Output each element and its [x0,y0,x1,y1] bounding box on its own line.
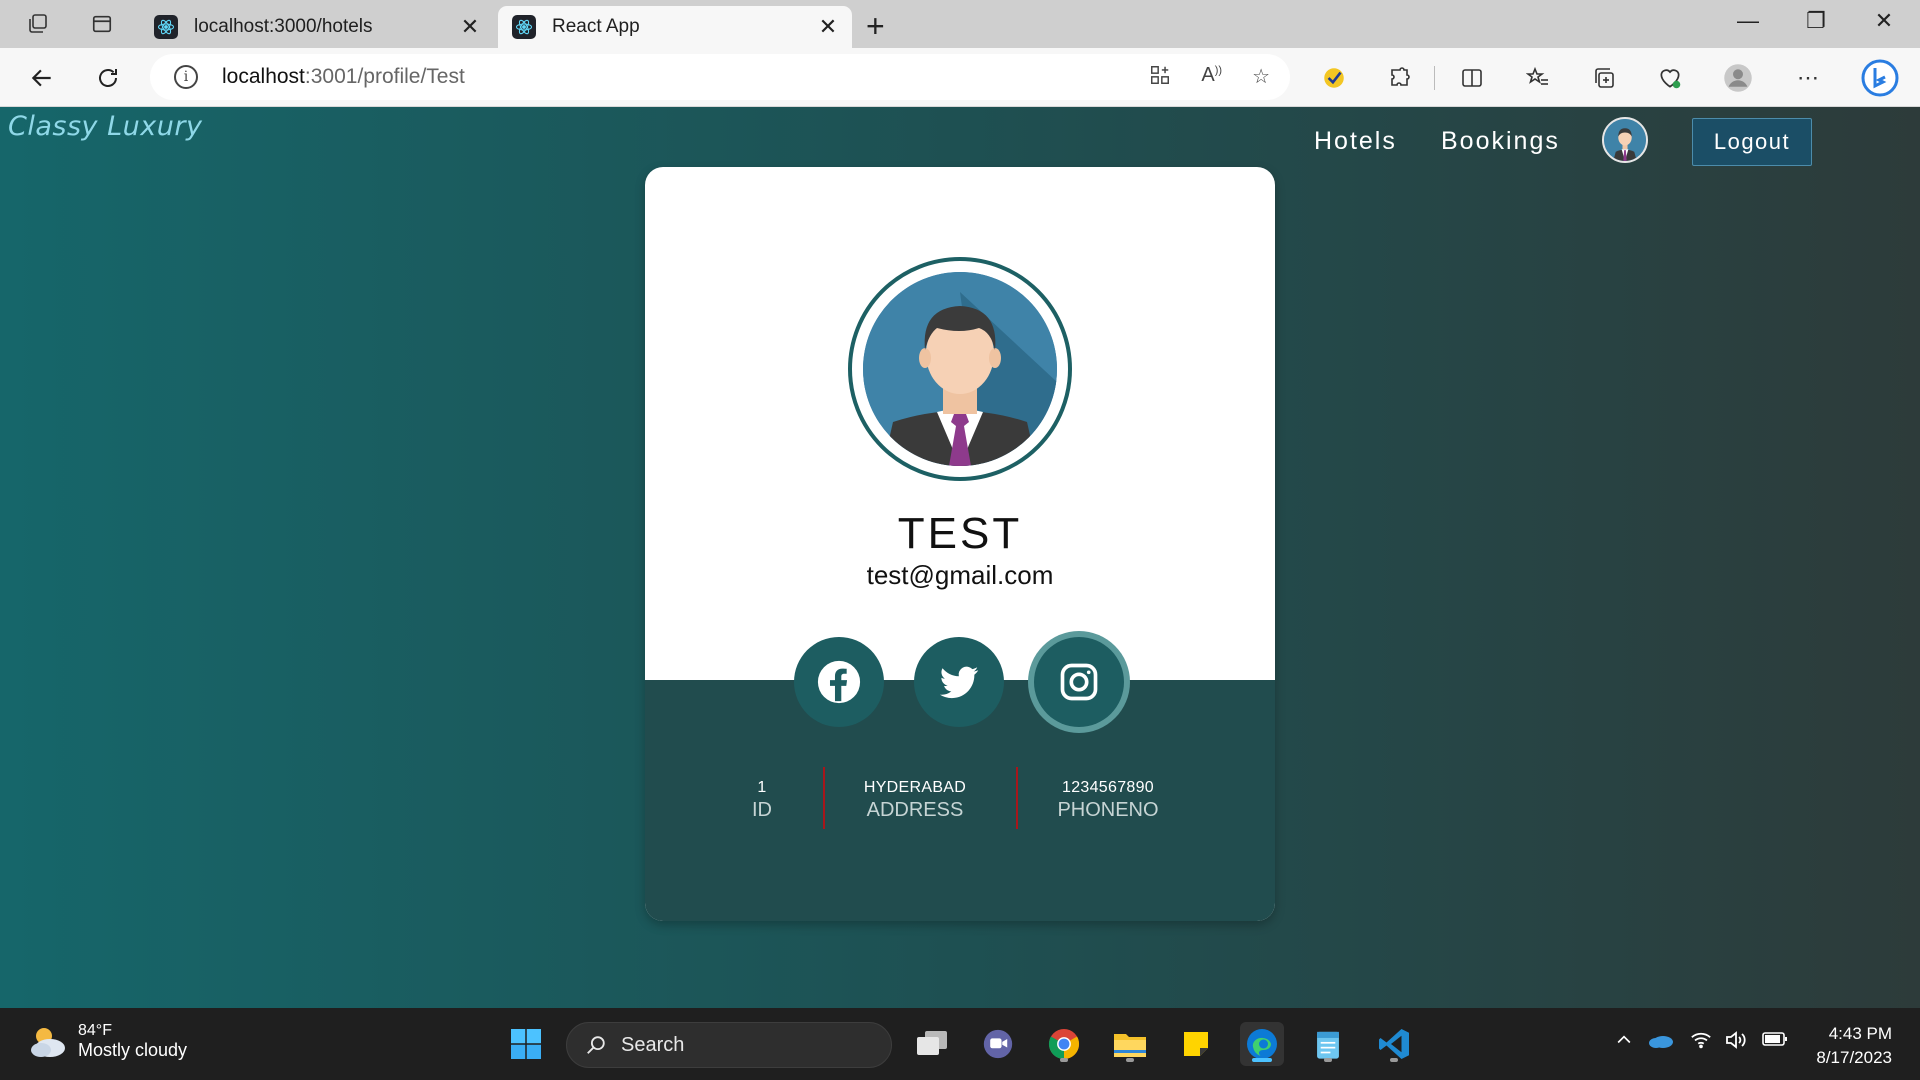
search-icon [587,1036,605,1054]
windows-icon [511,1029,541,1059]
read-aloud-icon[interactable]: A)) [1201,64,1222,92]
profile-card: TEST test@gmail.com 1 ID HYDERABAD ADDRE… [645,167,1275,921]
minimize-icon[interactable]: — [1728,8,1768,34]
weather-widget[interactable]: 84°F Mostly cloudy [28,1022,187,1061]
tab-title: React App [552,16,640,37]
running-indicator [1390,1058,1398,1062]
edge-icon[interactable] [1240,1022,1284,1066]
web-page: Classy Luxury Hotels Bookings Logout TES… [0,107,1920,1008]
stat-label: ADDRESS [866,799,964,821]
battery-icon[interactable] [1762,1030,1788,1053]
restore-icon[interactable]: ❐ [1796,8,1836,34]
stat-address: HYDERABAD ADDRESS [825,779,1005,822]
browser-tab-bar: localhost:3000/hotels ✕ React App ✕ + — … [0,0,1920,48]
weather-temp: 84°F [78,1022,112,1039]
search-label: Search [621,1033,685,1056]
running-indicator [1324,1058,1332,1062]
tab-actions-icon[interactable] [88,10,116,38]
facebook-button[interactable] [794,637,884,727]
tab-react-app[interactable]: React App ✕ [498,6,852,48]
extension-check-icon[interactable] [1318,62,1350,94]
running-indicator [1060,1058,1068,1062]
volume-icon[interactable] [1724,1030,1748,1056]
show-hidden-icons[interactable] [1614,1030,1634,1056]
onedrive-icon[interactable] [1648,1030,1674,1056]
sticky-notes-icon[interactable] [1174,1022,1218,1066]
profile-name: TEST [897,509,1023,558]
user-avatar[interactable] [1602,117,1648,163]
twitter-icon [939,666,979,699]
chrome-icon[interactable] [1042,1022,1086,1066]
facebook-icon [817,660,861,704]
extensions-puzzle-icon[interactable] [1384,62,1416,94]
address-bar[interactable]: i localhost:3001/profile/Test A)) ☆ [150,54,1290,100]
notepad-icon[interactable] [1306,1022,1350,1066]
workspaces-icon[interactable] [24,10,52,38]
stat-phone: 1234567890 PHONENO [1018,779,1198,822]
task-view-icon[interactable] [910,1022,954,1066]
react-icon [154,15,178,39]
tab-hotels[interactable]: localhost:3000/hotels ✕ [140,6,494,48]
profile-avatar-icon[interactable] [1722,62,1754,94]
new-tab-button[interactable]: + [866,8,885,45]
wifi-icon[interactable] [1690,1030,1712,1056]
split-screen-icon[interactable] [1456,62,1488,94]
taskbar-search[interactable]: Search [566,1022,892,1068]
profile-email: test@gmail.com [866,560,1054,590]
vscode-icon[interactable] [1372,1022,1416,1066]
nav-hotels[interactable]: Hotels [1314,127,1397,156]
weather-desc: Mostly cloudy [78,1040,188,1060]
brand-logo[interactable]: Classy Luxury [8,111,202,142]
app-available-icon[interactable] [1149,64,1171,92]
tab-title: localhost:3000/hotels [194,16,373,37]
running-indicator [1126,1058,1134,1062]
favorites-icon[interactable] [1522,62,1554,94]
stat-value: 1234567890 [1062,779,1154,796]
close-tab-icon[interactable]: ✕ [460,14,480,40]
bing-chat-icon[interactable] [1860,58,1900,98]
clock-time: 4:43 PM [1828,1024,1892,1043]
reload-icon[interactable] [92,62,124,94]
teams-chat-icon[interactable] [976,1022,1020,1066]
active-indicator [1252,1058,1272,1062]
profile-avatar [863,272,1057,466]
stat-value: HYDERABAD [863,779,967,796]
cloudy-weather-icon [31,1027,65,1057]
more-menu-icon[interactable]: ⋯ [1792,62,1824,94]
browser-toolbar: i localhost:3001/profile/Test A)) ☆ ⋯ [0,48,1920,107]
file-explorer-icon[interactable] [1108,1022,1152,1066]
toolbar-divider [1434,66,1435,90]
url-path: :3001/profile/Test [304,65,465,88]
clock[interactable]: 4:43 PM 8/17/2023 [1816,1022,1892,1070]
start-button[interactable] [504,1022,548,1066]
nav-bookings[interactable]: Bookings [1441,127,1560,156]
twitter-button[interactable] [914,637,1004,727]
stat-label: PHONENO [1057,799,1159,821]
close-window-icon[interactable]: ✕ [1864,8,1904,34]
collections-icon[interactable] [1588,62,1620,94]
clock-date: 8/17/2023 [1816,1048,1892,1067]
close-tab-icon[interactable]: ✕ [818,14,838,40]
url-host: localhost [222,65,305,88]
react-icon [512,15,536,39]
site-info-icon[interactable]: i [174,65,198,89]
profile-avatar-frame [848,257,1072,481]
favorite-star-icon[interactable]: ☆ [1252,64,1270,92]
windows-taskbar: 84°F Mostly cloudy Search 4:43 PM 8/17/2… [0,1008,1920,1080]
logout-button[interactable]: Logout [1692,118,1812,166]
instagram-button[interactable] [1034,637,1124,727]
back-icon[interactable] [26,62,58,94]
instagram-icon [1060,663,1098,701]
browser-essentials-icon[interactable] [1654,62,1686,94]
